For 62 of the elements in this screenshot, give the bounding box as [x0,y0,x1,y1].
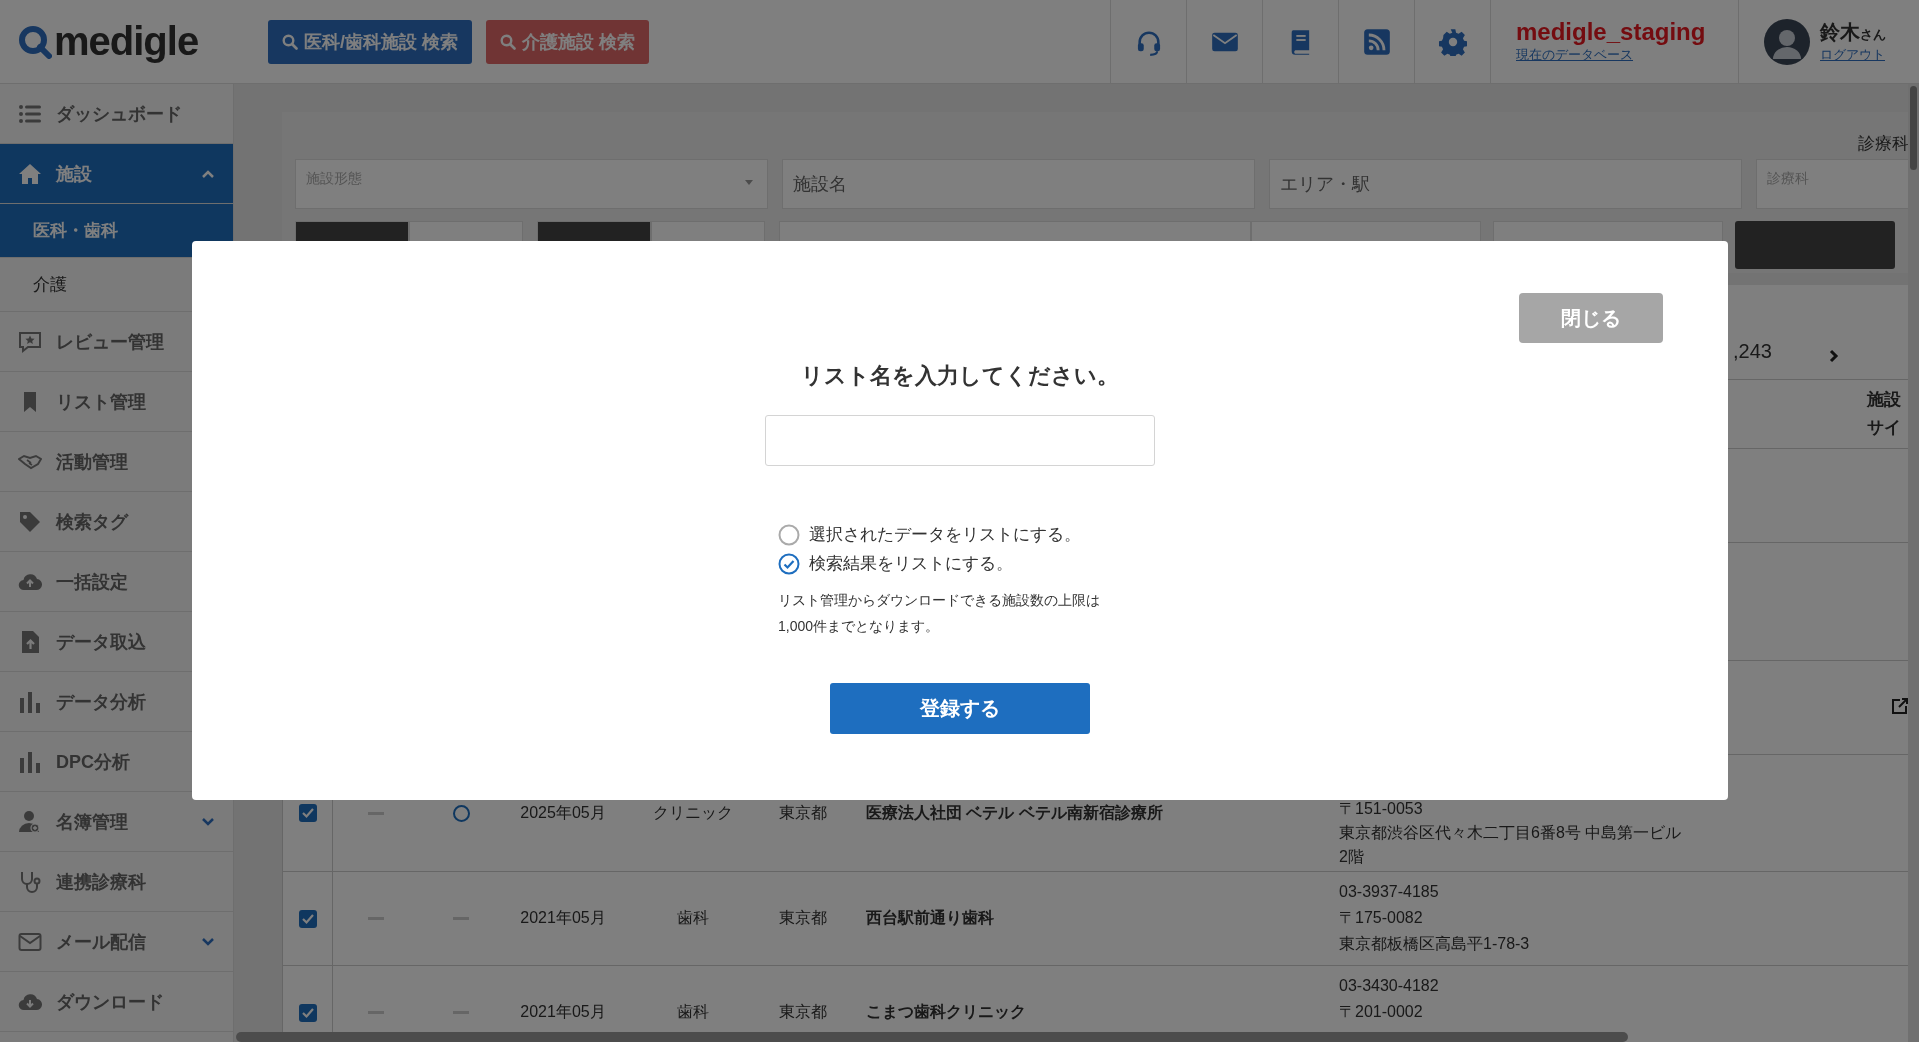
facility-name: 西台駅前通り歯科 [865,908,995,928]
table-cell-text: 2021年05月 [520,1002,606,1022]
facility-name: こまつ歯科クリニック [865,1002,1027,1022]
contact-cell-text: 03-3430-4182 〒201-0002 [1338,976,1440,1022]
settings-icon[interactable] [1438,27,1467,56]
checkbox[interactable] [298,909,317,928]
filter-label: 診療科 [1858,133,1909,155]
sidebar-item[interactable]: ダウンロード [0,972,233,1032]
checkbox[interactable] [298,804,317,822]
user-name: 鈴木さん [1820,20,1886,45]
avatar-icon[interactable] [1764,18,1810,65]
register-button[interactable]: 登録する [830,683,1090,734]
database-link[interactable]: 現在のデータベース [1516,45,1633,64]
review-icon [18,329,42,354]
database-name: medigle_staging [1516,19,1707,46]
table-cell-text: 歯科 [677,1002,709,1022]
table-cell-text: 歯科 [677,908,709,928]
contact-cell-text: 〒151-0053 東京都渋谷区代々木二丁目6番8号 中島第一ビル2階 [1338,799,1683,867]
facility-name: 医療法人社団 ベテル ベテル南新宿診療所 [865,802,1164,823]
table-cell-text: 2021年05月 [520,908,606,928]
rss-icon[interactable] [1362,27,1391,56]
note-text: リスト管理からダウンロードできる施設数の上限は 1,000件までとなります。 [777,591,1101,636]
sidebar-subitem[interactable]: 医科・歯科 [0,204,233,258]
logout-link[interactable]: ログアウト [1820,46,1885,64]
stethoscope-icon [18,869,42,894]
column-header: 施設 サイ [1867,389,1901,439]
bar-chart-icon [18,749,42,774]
table-cell-text: クリニック [653,802,733,823]
table-cell-text: 東京都 [779,908,827,928]
dialog-title: リスト名を入力してください。 [800,362,1120,390]
close-button[interactable]: 閉じる [1519,293,1663,343]
list-name-field[interactable] [765,415,1155,466]
input-field[interactable]: エリア・駅 [1269,159,1742,209]
table-cell-text: 東京都 [779,1002,827,1022]
vertical-scrollbar[interactable] [1908,84,1919,1042]
radio-button[interactable] [778,523,800,546]
result-count: ,243 [1733,340,1772,363]
circle-mark [452,804,470,822]
table-cell-text: 東京都 [779,802,827,823]
search-button[interactable]: 介護施設 検索 [486,19,650,64]
option-label: 選択されたデータをリストにする。 [809,524,1081,546]
contact-cell-text: 03-3937-4185 〒175-0082 東京都板橋区高島平1-78-3 [1338,882,1531,954]
sidebar-item[interactable]: メール配信 [0,912,233,972]
tag-icon [18,509,42,534]
search-icon [500,33,516,50]
search-button[interactable]: 医科/歯科施設 検索 [268,19,472,64]
radio-checked[interactable] [778,552,800,575]
search-icon [282,33,298,50]
user-plus-icon [18,809,42,834]
bar-chart-icon [18,689,42,714]
table-cell-text: 2025年05月 [520,802,606,823]
sidebar-item[interactable]: 連携診療科 [0,852,233,912]
option-label: 検索結果をリストにする。 [809,553,1013,575]
horizontal-scrollbar[interactable] [236,1032,1628,1042]
checkbox[interactable] [298,1003,317,1022]
input-field[interactable]: 施設名 [782,159,1255,209]
external-link-icon[interactable] [1891,696,1909,715]
caret-icon [745,180,753,185]
home-icon [18,161,42,186]
logo[interactable]: medigle [18,19,268,64]
sidebar-item[interactable]: 施設 [0,144,233,204]
chevron-right-icon[interactable] [1828,349,1839,363]
